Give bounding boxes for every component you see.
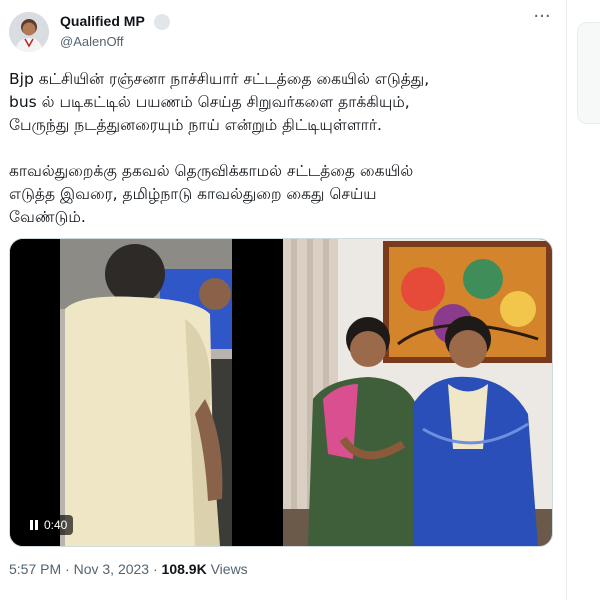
- views-label: Views: [210, 561, 248, 577]
- tweet-date[interactable]: Nov 3, 2023: [74, 561, 150, 577]
- author-handle[interactable]: @AalenOff: [60, 34, 124, 49]
- video-thumbnail[interactable]: 0:40: [10, 239, 281, 546]
- more-icon[interactable]: ···: [530, 8, 554, 30]
- sidebar-card: [577, 22, 600, 124]
- right-sidebar-panel: [566, 0, 600, 600]
- meta-separator: ·: [65, 561, 70, 577]
- pause-icon[interactable]: [30, 520, 38, 530]
- tweet-paragraph-2: காவல்துறைக்கு தகவல் தெருவிக்காமல் சட்டத்…: [9, 162, 414, 226]
- author-name[interactable]: Qualified MP: [60, 13, 145, 29]
- tweet-text: Bjp கட்சியின் ரஞ்சனா நாச்சியார் சட்டத்தை…: [9, 68, 549, 229]
- meta-separator-2: ·: [152, 561, 158, 577]
- author-avatar[interactable]: [9, 12, 49, 52]
- tweet-time[interactable]: 5:57 PM: [9, 561, 61, 577]
- tweet-meta: 5:57 PM · Nov 3, 2023 · 108.9K Views: [9, 561, 248, 577]
- tweet-media[interactable]: 0:40: [9, 238, 553, 547]
- media-image[interactable]: [283, 239, 552, 546]
- verified-badge-icon: [154, 14, 170, 30]
- video-play-control[interactable]: 0:40: [24, 515, 74, 535]
- views-count: 108.9K: [161, 561, 207, 577]
- video-duration: 0:40: [44, 518, 68, 532]
- tweet-paragraph-1: Bjp கட்சியின் ரஞ்சனா நாச்சியார் சட்டத்தை…: [9, 70, 430, 134]
